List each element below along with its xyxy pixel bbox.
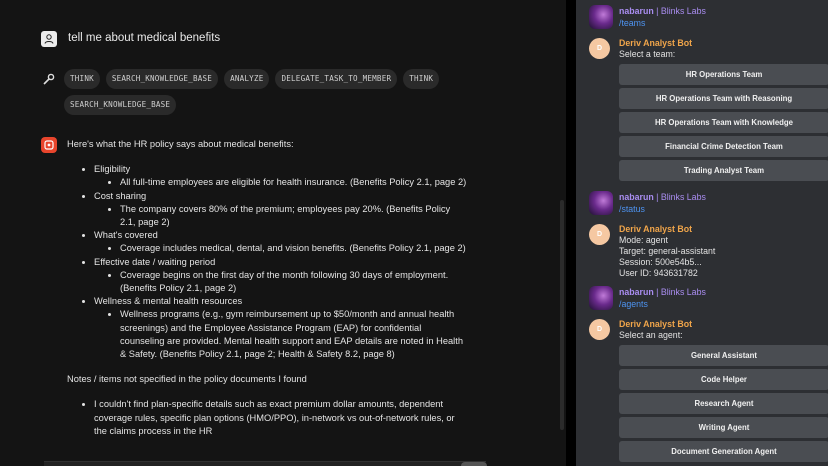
bot-prompt: Select a team: — [619, 49, 676, 59]
section-title: Wellness & mental health resources — [94, 296, 243, 307]
list-item: Wellness & mental health resources Welln… — [94, 295, 467, 361]
pane-divider — [566, 0, 576, 466]
list-item: Cost sharing The company covers 80% of t… — [94, 190, 467, 230]
tool-chip: THINK — [403, 69, 440, 89]
bot-name: Deriv Analyst Bot — [619, 224, 692, 234]
sender-name: nabarun | Blinks Labs — [619, 192, 706, 202]
section-title: What's covered — [94, 230, 158, 241]
bot-avatar: D — [589, 38, 610, 59]
team-button[interactable]: HR Operations Team with Reasoning — [619, 88, 828, 109]
tool-chip: ANALYZE — [224, 69, 270, 89]
tool-chip: THINK — [64, 69, 100, 89]
assistant-answer: Here's what the HR policy says about med… — [67, 138, 467, 438]
send-button[interactable] — [461, 462, 487, 466]
status-line: Mode: agent — [619, 235, 668, 245]
user-avatar — [589, 5, 613, 29]
bot-name: Deriv Analyst Bot — [619, 38, 692, 48]
status-line: Session: 500e54b5... — [619, 257, 702, 267]
chat-panel: tell me about medical benefits THINK SEA… — [0, 0, 566, 466]
chat-scrollbar[interactable] — [560, 200, 564, 430]
list-item: The company covers 80% of the premium; e… — [120, 203, 467, 229]
bot-avatar: D — [589, 224, 610, 245]
bot-avatar: D — [589, 319, 610, 340]
agent-button[interactable]: Document Generation Agent — [619, 441, 828, 462]
sender-name: nabarun | Blinks Labs — [619, 6, 706, 16]
agent-button[interactable]: General Assistant — [619, 345, 828, 366]
bot-name: Deriv Analyst Bot — [619, 319, 692, 329]
team-button[interactable]: Trading Analyst Team — [619, 160, 828, 181]
answer-intro: Here's what the HR policy says about med… — [67, 139, 294, 149]
section-title: Eligibility — [94, 164, 131, 175]
user-avatar — [589, 286, 613, 310]
status-line: User ID: 943631782 — [619, 268, 698, 278]
command-teams[interactable]: /teams — [619, 18, 645, 28]
sender-name: nabarun | Blinks Labs — [619, 287, 706, 297]
tool-chip: DELEGATE_TASK_TO_MEMBER — [275, 69, 398, 89]
user-avatar — [41, 31, 57, 47]
list-item: Eligibility All full-time employees are … — [94, 163, 467, 189]
list-item: Effective date / waiting period Coverage… — [94, 256, 467, 296]
bot-avatar-icon — [41, 137, 57, 153]
list-item: Wellness programs (e.g., gym reimburseme… — [120, 308, 467, 361]
bot-prompt: Select an agent: — [619, 330, 683, 340]
notes-heading: Notes / items not specified in the polic… — [67, 374, 307, 385]
agent-button[interactable]: Code Helper — [619, 369, 828, 390]
list-item: What's covered Coverage includes medical… — [94, 229, 467, 255]
user-message: tell me about medical benefits — [68, 32, 221, 44]
list-item: All full-time employees are eligible for… — [120, 176, 467, 189]
list-item: Coverage includes medical, dental, and v… — [120, 242, 467, 255]
team-button[interactable]: Financial Crime Detection Team — [619, 136, 828, 157]
section-title: Cost sharing — [94, 190, 147, 201]
agent-button[interactable]: Research Agent — [619, 393, 828, 414]
team-button[interactable]: HR Operations Team with Knowledge — [619, 112, 828, 133]
section-title: Effective date / waiting period — [94, 256, 216, 267]
tools-icon — [41, 71, 57, 87]
command-status[interactable]: /status — [619, 204, 645, 214]
notes-list: I couldn't find plan-specific details su… — [67, 398, 467, 438]
agent-button[interactable]: Writing Agent — [619, 417, 828, 438]
status-line: Target: general-assistant — [619, 246, 716, 256]
user-avatar — [589, 191, 613, 215]
list-item: Coverage begins on the first day of the … — [120, 269, 467, 295]
list-item: I couldn't find plan-specific details su… — [94, 398, 467, 438]
benefits-list: Eligibility All full-time employees are … — [67, 163, 467, 361]
tool-calls: THINK SEARCH_KNOWLEDGE_BASE ANALYZE DELE… — [64, 69, 464, 115]
command-agents[interactable]: /agents — [619, 299, 648, 309]
team-button[interactable]: HR Operations Team — [619, 64, 828, 85]
chat-input[interactable] — [44, 461, 486, 466]
person-icon — [44, 34, 54, 44]
tool-chip: SEARCH_KNOWLEDGE_BASE — [105, 69, 219, 89]
bot-chat-panel: nabarun | Blinks Labs /teams D Deriv Ana… — [576, 0, 828, 466]
tool-chip: SEARCH_KNOWLEDGE_BASE — [64, 95, 177, 115]
